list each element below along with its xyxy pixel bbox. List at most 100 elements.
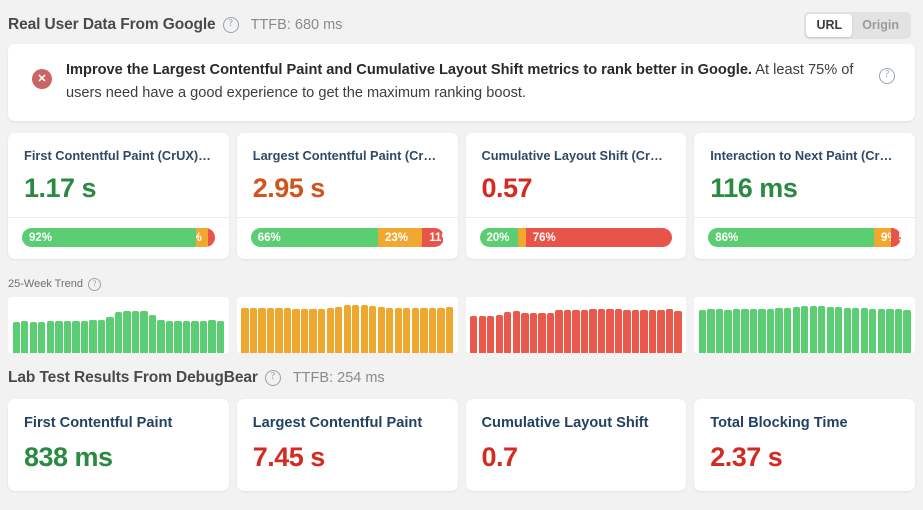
- sparkline-bar: [114, 312, 123, 353]
- sparkline-bar: [437, 307, 445, 353]
- sparkline-bar: [818, 305, 826, 353]
- distribution-bar: 66% 23% 11%: [250, 228, 444, 247]
- sparkline-bar: [21, 321, 29, 353]
- sparkline-bar: [420, 308, 428, 353]
- crux-card-lcp-footer: 66% 23% 11%: [236, 217, 458, 259]
- sparkline-bar: [784, 308, 792, 353]
- sparkline-bar: [157, 320, 165, 353]
- sparkline-bar: [631, 310, 640, 353]
- crux-card-cls-body: Cumulative Layout Shift (CrUX) … 0.57: [466, 133, 687, 217]
- sparkline-bar: [538, 313, 546, 353]
- sparkline-bar: [766, 308, 775, 353]
- sparkline-bar: [852, 308, 860, 353]
- alert-help-icon[interactable]: ?: [879, 68, 895, 84]
- sparkline-bar: [698, 310, 707, 353]
- sparkline-bar: [174, 320, 182, 353]
- dist-segment-mid: 9%: [874, 228, 892, 247]
- sparkline-bar: [597, 308, 606, 353]
- lab-card-lcp[interactable]: Largest Contentful Paint 7.45 s: [236, 399, 458, 491]
- sparkline-cls[interactable]: [465, 297, 687, 353]
- crux-card-lcp[interactable]: Largest Contentful Paint (CrUX) … 2.95 s…: [236, 133, 458, 259]
- dist-segment-bad: 76%: [525, 228, 673, 247]
- lab-card-fcp[interactable]: First Contentful Paint 838 ms: [8, 399, 229, 491]
- sparkline-bar: [470, 315, 478, 353]
- help-icon[interactable]: ?: [264, 370, 281, 386]
- sparkline-bar: [199, 320, 208, 353]
- recommendation-alert: ✕ Improve the Largest Contentful Paint a…: [8, 44, 915, 121]
- sparkline-fcp[interactable]: [8, 297, 229, 353]
- lab-card-fcp-value: 838 ms: [24, 442, 113, 472]
- sparkline-bar: [521, 312, 529, 353]
- trend-sparkline-grid: [8, 297, 915, 353]
- lab-card-grid: First Contentful Paint 838 ms Largest Co…: [8, 399, 915, 491]
- sparkline-bar: [63, 321, 72, 353]
- sparkline-bar: [182, 320, 191, 353]
- sparkline-bar: [360, 305, 368, 353]
- sparkline-bar: [300, 308, 309, 353]
- crux-card-cls-title: Cumulative Layout Shift (CrUX) …: [481, 148, 671, 163]
- dist-segment-good: 66%: [250, 228, 378, 247]
- crux-card-inp-footer: 86% 9% 5%: [694, 217, 915, 259]
- sparkline-bar: [403, 308, 411, 353]
- toggle-option-origin[interactable]: Origin: [852, 14, 909, 37]
- sparkline-bar: [292, 308, 300, 353]
- sparkline-bar: [809, 305, 817, 353]
- sparkline-lcp[interactable]: [236, 297, 458, 353]
- sparkline-inp[interactable]: [694, 297, 915, 353]
- sparkline-bar: [191, 320, 199, 353]
- sparkline-bar: [563, 309, 572, 353]
- dist-segment-good: 20%: [479, 228, 519, 247]
- dist-segment-good: 86%: [708, 228, 874, 247]
- crux-card-cls[interactable]: Cumulative Layout Shift (CrUX) … 0.57 20…: [465, 133, 687, 259]
- sparkline-bar: [131, 311, 140, 353]
- sparkline-bar: [623, 309, 631, 353]
- crux-section-header: Real User Data From Google ? TTFB: 680 m…: [8, 0, 915, 42]
- sparkline-bar: [89, 320, 97, 353]
- sparkline-bar: [614, 308, 623, 353]
- toggle-option-url[interactable]: URL: [806, 13, 853, 37]
- sparkline-bar: [386, 308, 394, 353]
- sparkline-bar: [674, 311, 682, 353]
- sparkline-bar: [749, 309, 758, 353]
- trend-label: 25-Week Trend: [8, 278, 84, 290]
- sparkline-bar: [445, 307, 454, 353]
- sparkline-bar: [335, 306, 343, 353]
- sparkline-bar: [106, 316, 114, 353]
- sparkline-bar: [208, 320, 216, 353]
- sparkline-bar: [707, 309, 715, 353]
- dist-segment-mid: 6%: [196, 228, 208, 247]
- lab-card-cls[interactable]: Cumulative Layout Shift 0.7: [465, 399, 687, 491]
- sparkline-bar: [775, 308, 783, 353]
- help-icon[interactable]: ?: [88, 277, 102, 291]
- sparkline-bar: [97, 319, 106, 353]
- sparkline-bar: [801, 306, 809, 353]
- sparkline-bar: [886, 308, 894, 353]
- sparkline-bar: [758, 309, 766, 353]
- crux-card-cls-footer: 20% 76%: [465, 217, 687, 259]
- sparkline-bar: [428, 307, 437, 353]
- sparkline-bar: [140, 311, 148, 353]
- sparkline-bar: [258, 307, 266, 353]
- sparkline-bar: [12, 321, 20, 353]
- crux-card-lcp-value: 2.95 s: [252, 173, 326, 203]
- sparkline-bar: [512, 311, 520, 353]
- sparkline-bar: [546, 312, 555, 353]
- crux-card-fcp[interactable]: First Contentful Paint (CrUX) — … 1.17 s…: [8, 133, 229, 259]
- performance-dashboard: Real User Data From Google ? TTFB: 680 m…: [0, 0, 923, 510]
- sparkline-bar: [80, 320, 89, 353]
- crux-card-inp[interactable]: Interaction to Next Paint (CrUX) … 116 m…: [694, 133, 915, 259]
- sparkline-bar: [72, 320, 80, 353]
- crux-card-lcp-body: Largest Contentful Paint (CrUX) … 2.95 s: [237, 133, 458, 217]
- sparkline-bar: [29, 321, 37, 353]
- crux-card-grid: First Contentful Paint (CrUX) — … 1.17 s…: [8, 133, 915, 259]
- lab-card-tbt[interactable]: Total Blocking Time 2.37 s: [694, 399, 915, 491]
- url-origin-toggle[interactable]: URL Origin: [804, 11, 911, 39]
- sparkline-bar: [665, 309, 674, 353]
- sparkline-bar: [241, 308, 249, 353]
- sparkline-bar: [648, 309, 657, 353]
- sparkline-bar: [732, 309, 741, 353]
- sparkline-bar: [148, 314, 157, 353]
- sparkline-bar: [894, 308, 903, 353]
- sparkline-bar: [877, 308, 885, 353]
- help-icon[interactable]: ?: [222, 17, 239, 33]
